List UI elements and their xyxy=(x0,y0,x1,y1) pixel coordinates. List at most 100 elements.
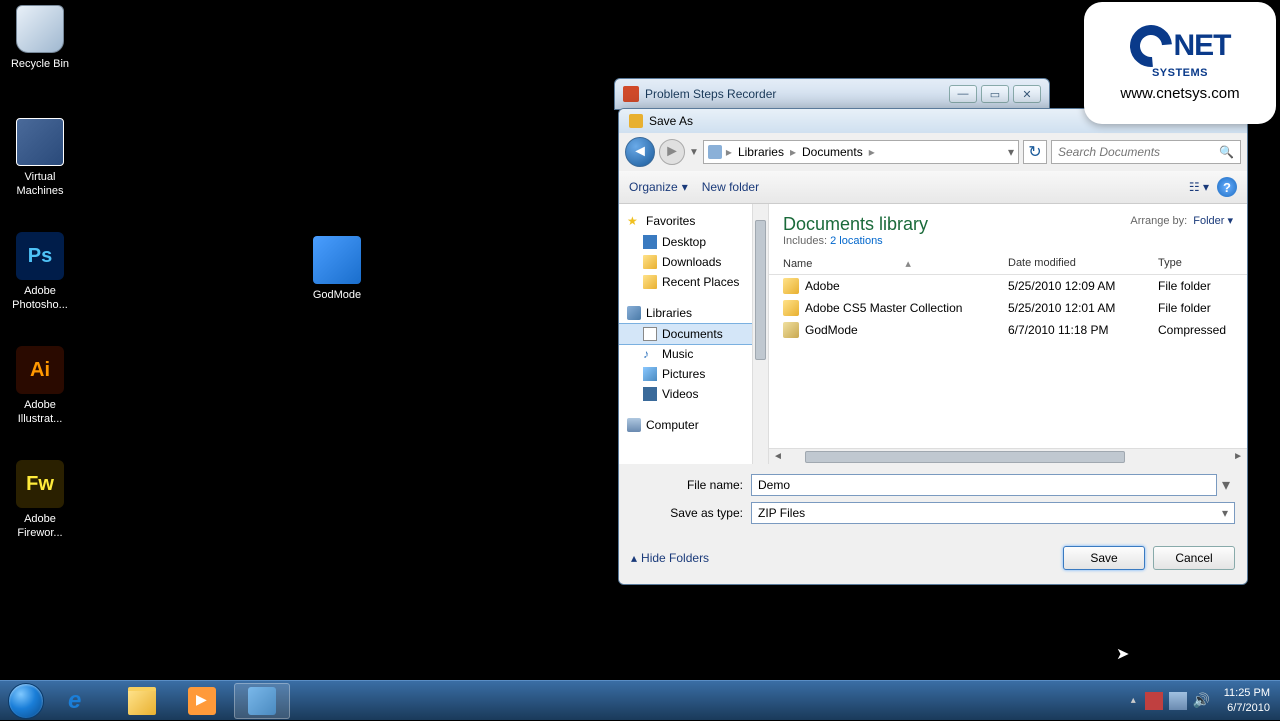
refresh-button[interactable]: ↻ xyxy=(1023,140,1047,164)
column-header-type[interactable]: Type xyxy=(1158,257,1233,270)
includes-label: Includes: xyxy=(783,235,827,247)
chevron-down-icon[interactable]: ▾ xyxy=(1008,145,1014,159)
clock-time[interactable]: 11:25 PM xyxy=(1224,686,1270,700)
scrollbar-thumb[interactable] xyxy=(805,451,1125,463)
sidebar-item-music[interactable]: ♪Music xyxy=(619,344,768,364)
nav-sidebar: ★Favorites Desktop Downloads Recent Plac… xyxy=(619,204,769,464)
pictures-icon xyxy=(643,367,657,381)
cursor-icon: ➤ xyxy=(1116,644,1129,664)
taskbar-item-psr[interactable] xyxy=(234,683,290,719)
breadcrumb-item[interactable]: Documents xyxy=(796,145,869,159)
search-box[interactable]: 🔍 xyxy=(1051,140,1241,164)
breadcrumb[interactable]: ▸ Libraries ▸ Documents ▸ ▾ xyxy=(703,140,1019,164)
folder-icon xyxy=(783,278,799,294)
desktop-icon-virtual-machines[interactable]: Virtual Machines xyxy=(5,118,75,199)
zip-icon xyxy=(783,322,799,338)
star-icon: ★ xyxy=(627,214,641,228)
dialog-title: Save As xyxy=(649,114,693,128)
ie-icon: e xyxy=(68,687,96,715)
sidebar-item-documents[interactable]: Documents xyxy=(619,323,769,345)
file-row[interactable]: GodMode 6/7/2010 11:18 PM Compressed xyxy=(769,319,1247,341)
scrollbar-thumb[interactable] xyxy=(755,220,766,360)
sidebar-item-pictures[interactable]: Pictures xyxy=(619,364,768,384)
network-icon[interactable] xyxy=(1169,692,1187,710)
column-header-date[interactable]: Date modified xyxy=(1008,257,1158,270)
taskbar-item-ie[interactable]: e xyxy=(54,683,110,719)
desktop-icon-godmode[interactable]: GodMode xyxy=(302,236,372,302)
psr-icon xyxy=(248,687,276,715)
volume-icon[interactable]: 🔊 xyxy=(1193,692,1211,710)
horizontal-scrollbar[interactable]: ◄ ► xyxy=(769,448,1247,464)
search-icon: 🔍 xyxy=(1219,145,1234,159)
organize-menu[interactable]: Organize ▾ xyxy=(629,180,688,194)
arrange-by-menu[interactable]: Folder ▾ xyxy=(1193,214,1233,227)
search-input[interactable] xyxy=(1058,145,1219,159)
dropdown-icon[interactable]: ▾ xyxy=(1217,475,1235,495)
close-button[interactable]: ✕ xyxy=(1013,85,1041,103)
desktop-icon-illustrator[interactable]: Adobe Illustrat... xyxy=(5,346,75,427)
sidebar-scrollbar[interactable] xyxy=(752,204,768,464)
media-player-icon xyxy=(188,687,216,715)
sidebar-item-desktop[interactable]: Desktop xyxy=(619,232,768,252)
file-row[interactable]: Adobe 5/25/2010 12:09 AM File folder xyxy=(769,275,1247,297)
cancel-button[interactable]: Cancel xyxy=(1153,546,1235,570)
dropdown-icon: ▾ xyxy=(1222,506,1228,520)
file-row[interactable]: Adobe CS5 Master Collection 5/25/2010 12… xyxy=(769,297,1247,319)
folder-icon xyxy=(128,687,156,715)
taskbar-item-explorer[interactable] xyxy=(114,683,170,719)
fireworks-icon xyxy=(16,460,64,508)
hide-folders-button[interactable]: ▴ Hide Folders xyxy=(631,551,709,565)
recycle-bin-icon xyxy=(16,5,64,53)
libraries-icon xyxy=(627,306,641,320)
sidebar-group-computer[interactable]: Computer xyxy=(619,414,768,436)
folder-icon xyxy=(643,255,657,269)
show-hidden-icons[interactable]: ▴ xyxy=(1131,695,1136,706)
psr-window: Problem Steps Recorder — ▭ ✕ xyxy=(614,78,1050,110)
sort-asc-icon: ▴ xyxy=(905,258,911,270)
computer-icon xyxy=(627,418,641,432)
music-icon: ♪ xyxy=(643,347,657,361)
psr-icon xyxy=(623,86,639,102)
icon-label: Adobe Illustrat... xyxy=(5,398,75,427)
folder-icon xyxy=(783,300,799,316)
minimize-button[interactable]: — xyxy=(949,85,977,103)
desktop-icon-fireworks[interactable]: Adobe Firewor... xyxy=(5,460,75,541)
taskbar-item-media[interactable] xyxy=(174,683,230,719)
chevron-down-icon[interactable]: ▼ xyxy=(689,147,699,158)
nav-forward-button[interactable]: ► xyxy=(659,139,685,165)
clock-date[interactable]: 6/7/2010 xyxy=(1224,701,1270,715)
sidebar-item-downloads[interactable]: Downloads xyxy=(619,252,768,272)
icon-label: Recycle Bin xyxy=(5,57,75,71)
desktop-icon-photoshop[interactable]: Adobe Photosho... xyxy=(5,232,75,313)
desktop-icon-recycle-bin[interactable]: Recycle Bin xyxy=(5,5,75,71)
save-as-dialog: Save As ◄ ► ▼ ▸ Libraries ▸ Documents ▸ … xyxy=(618,108,1248,585)
view-menu[interactable]: ☷ ▾ xyxy=(1189,180,1209,194)
save-button[interactable]: Save xyxy=(1063,546,1145,570)
icon-label: GodMode xyxy=(302,288,372,302)
sidebar-item-videos[interactable]: Videos xyxy=(619,384,768,404)
nav-back-button[interactable]: ◄ xyxy=(625,137,655,167)
arrange-label: Arrange by: xyxy=(1130,215,1187,227)
column-header-name[interactable]: Name ▴ xyxy=(783,257,1008,270)
new-folder-button[interactable]: New folder xyxy=(702,180,759,194)
breadcrumb-item[interactable]: Libraries xyxy=(732,145,790,159)
sidebar-item-recent[interactable]: Recent Places xyxy=(619,272,768,292)
icon-label: Adobe Firewor... xyxy=(5,512,75,541)
icon-label: Adobe Photosho... xyxy=(5,284,75,313)
help-button[interactable]: ? xyxy=(1217,177,1237,197)
sidebar-group-favorites[interactable]: ★Favorites xyxy=(619,210,768,232)
illustrator-icon xyxy=(16,346,64,394)
sidebar-group-libraries[interactable]: Libraries xyxy=(619,302,768,324)
action-center-icon[interactable] xyxy=(1145,692,1163,710)
includes-link[interactable]: 2 locations xyxy=(830,235,883,247)
savetype-select[interactable]: ZIP Files ▾ xyxy=(751,502,1235,524)
filename-label: File name: xyxy=(631,478,751,492)
filename-input[interactable] xyxy=(751,474,1217,496)
windows-orb-icon xyxy=(8,683,44,719)
start-button[interactable] xyxy=(0,681,52,721)
vm-icon xyxy=(16,118,64,166)
maximize-button[interactable]: ▭ xyxy=(981,85,1009,103)
videos-icon xyxy=(643,387,657,401)
chevron-up-icon: ▴ xyxy=(631,551,637,565)
godmode-icon xyxy=(313,236,361,284)
